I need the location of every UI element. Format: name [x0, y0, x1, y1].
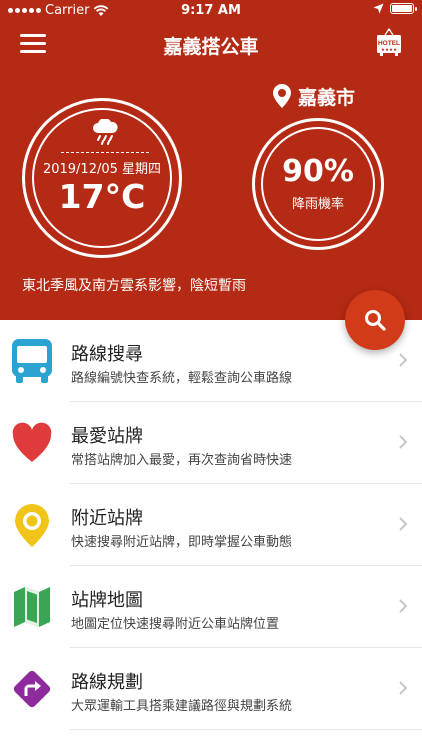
map-pin-icon — [273, 84, 291, 108]
menu-item-description: 大眾運輸工具搭乘建議路徑與規劃系統 — [71, 699, 293, 714]
weather-header: Carrier 9:17 AM 嘉義搭公車 HOTEL ★★★★ 2019/12… — [0, 0, 422, 320]
status-bar: Carrier 9:17 AM — [0, 0, 422, 22]
menu-item-route-planning[interactable]: 路線規劃 大眾運輸工具搭乘建議路徑與規劃系統 — [0, 648, 422, 730]
location-pin-icon — [15, 504, 49, 547]
chevron-right-icon — [399, 353, 408, 367]
battery-icon — [390, 3, 417, 14]
temperature: 17°C — [58, 177, 146, 216]
menu-item-title: 站牌地圖 — [71, 590, 143, 611]
menu-item-description: 常搭站牌加入最愛，再次查詢省時快速 — [71, 453, 293, 468]
menu-item-title: 附近站牌 — [71, 508, 143, 529]
rain-probability-circle: 90% 降雨機率 — [252, 118, 384, 250]
search-button[interactable] — [345, 290, 405, 350]
menu-item-favorite-stops[interactable]: 最愛站牌 常搭站牌加入最愛，再次查詢省時快速 — [0, 402, 422, 484]
menu-item-title: 最愛站牌 — [71, 426, 143, 447]
map-icon — [14, 587, 50, 627]
chevron-right-icon — [399, 599, 408, 613]
status-time: 9:17 AM — [181, 3, 241, 18]
location: 嘉義市 — [272, 82, 355, 110]
menu-item-description: 快速搜尋附近站牌，即時掌握公車動態 — [71, 535, 293, 550]
menu-item-description: 地圖定位快速搜尋附近公車站牌位置 — [71, 617, 280, 632]
chevron-right-icon — [399, 435, 408, 449]
rain-cloud-icon — [93, 119, 118, 145]
weather-circle: 2019/12/05 星期四 17°C — [22, 98, 182, 258]
menu-item-title: 路線搜尋 — [71, 344, 143, 365]
rain-probability-label: 降雨機率 — [291, 197, 344, 212]
hotel-button[interactable]: HOTEL ★★★★ — [376, 28, 402, 58]
location-name: 嘉義市 — [298, 86, 356, 109]
nav-bar: 嘉義搭公車 HOTEL ★★★★ — [0, 28, 422, 60]
search-icon — [365, 310, 386, 331]
menu-item-nearby-stops[interactable]: 附近站牌 快速搜尋附近站牌，即時掌握公車動態 — [0, 484, 422, 566]
app-title: 嘉義搭公車 — [163, 36, 259, 58]
feature-menu: 路線搜尋 路線編號快查系統，輕鬆查詢公車路線 最愛站牌 常搭站牌加入最愛，再次查… — [0, 320, 422, 730]
route-sign-icon — [13, 670, 51, 708]
menu-item-title: 路線規劃 — [71, 672, 143, 693]
rain-probability-value: 90% — [282, 154, 354, 189]
chevron-right-icon — [399, 681, 408, 695]
menu-item-stop-map[interactable]: 站牌地圖 地圖定位快速搜尋附近公車站牌位置 — [0, 566, 422, 648]
svg-text:HOTEL: HOTEL — [378, 40, 400, 47]
menu-item-description: 路線編號快查系統，輕鬆查詢公車路線 — [71, 371, 293, 386]
chevron-right-icon — [399, 517, 408, 531]
location-arrow-icon — [373, 3, 384, 14]
weather-date: 2019/12/05 星期四 — [42, 162, 162, 177]
hotel-icon: HOTEL ★★★★ — [377, 28, 401, 56]
heart-icon — [12, 422, 52, 462]
bus-icon — [12, 339, 52, 383]
forecast-text: 東北季風及南方雲系影響，陰短暫雨 — [22, 278, 246, 294]
svg-text:★★★★: ★★★★ — [381, 47, 397, 53]
